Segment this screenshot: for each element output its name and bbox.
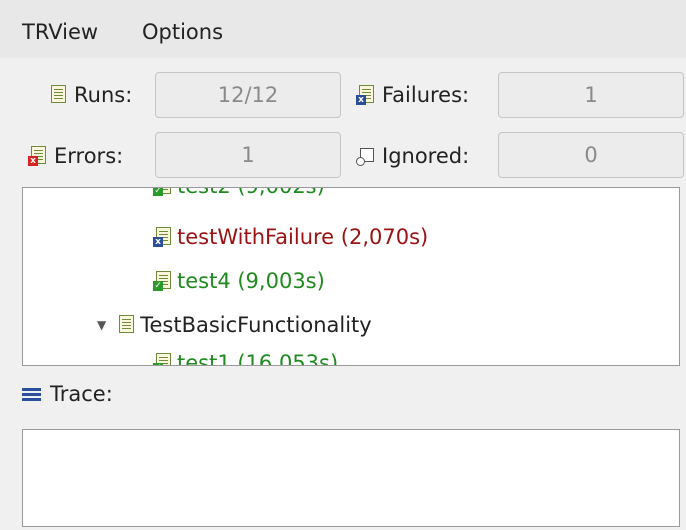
ignored-label-text: Ignored: xyxy=(382,144,470,168)
error-icon: x xyxy=(28,146,48,166)
tree-row-label: test1 (16,053s) xyxy=(177,351,339,366)
failures-label: x Failures: xyxy=(356,83,469,107)
menu-trview[interactable]: TRView xyxy=(22,20,98,44)
test-pass-icon: ✓ xyxy=(153,353,173,365)
expand-triangle-icon[interactable]: ▼ xyxy=(97,318,106,332)
test-tree[interactable]: ✓ test2 (9,002s) x testWithFailure (2,07… xyxy=(22,187,680,366)
trace-header: Trace: xyxy=(22,382,113,406)
test-failure-icon: x xyxy=(153,227,173,247)
failures-field: 1 xyxy=(498,72,684,118)
tree-row-test2[interactable]: ✓ test2 (9,002s) xyxy=(153,188,325,198)
ignored-label: Ignored: xyxy=(356,144,469,168)
ignored-icon xyxy=(356,146,376,166)
test-pass-icon: ✓ xyxy=(153,271,173,291)
runs-label: Runs: xyxy=(48,83,132,107)
runs-icon xyxy=(48,85,68,105)
runs-field: 12/12 xyxy=(155,72,341,118)
tree-row-label: testWithFailure (2,070s) xyxy=(177,225,429,249)
trace-textarea[interactable] xyxy=(22,429,680,527)
trace-label: Trace: xyxy=(50,382,113,406)
test-suite-icon xyxy=(116,315,136,335)
errors-label-text: Errors: xyxy=(54,144,124,168)
menu-bar: TRView Options xyxy=(0,0,686,58)
tree-row-test1[interactable]: ✓ test1 (16,053s) xyxy=(153,351,339,366)
tree-row-label: test2 (9,002s) xyxy=(177,188,325,198)
tree-row-test4[interactable]: ✓ test4 (9,003s) xyxy=(153,269,325,293)
tree-row-testwithfailure[interactable]: x testWithFailure (2,070s) xyxy=(153,225,428,249)
errors-label: x Errors: xyxy=(28,144,123,168)
tree-row-label: test4 (9,003s) xyxy=(177,269,325,293)
errors-field: 1 xyxy=(155,132,341,178)
stack-trace-icon xyxy=(22,387,41,402)
test-pass-icon: ✓ xyxy=(153,188,173,196)
ignored-field: 0 xyxy=(498,132,684,178)
runs-label-text: Runs: xyxy=(74,83,133,107)
menu-options[interactable]: Options xyxy=(142,20,223,44)
tree-row-testbasicfunctionality[interactable]: ▼ TestBasicFunctionality xyxy=(97,313,372,337)
failures-label-text: Failures: xyxy=(382,83,470,107)
failure-icon: x xyxy=(356,85,376,105)
tree-row-label: TestBasicFunctionality xyxy=(140,313,372,337)
